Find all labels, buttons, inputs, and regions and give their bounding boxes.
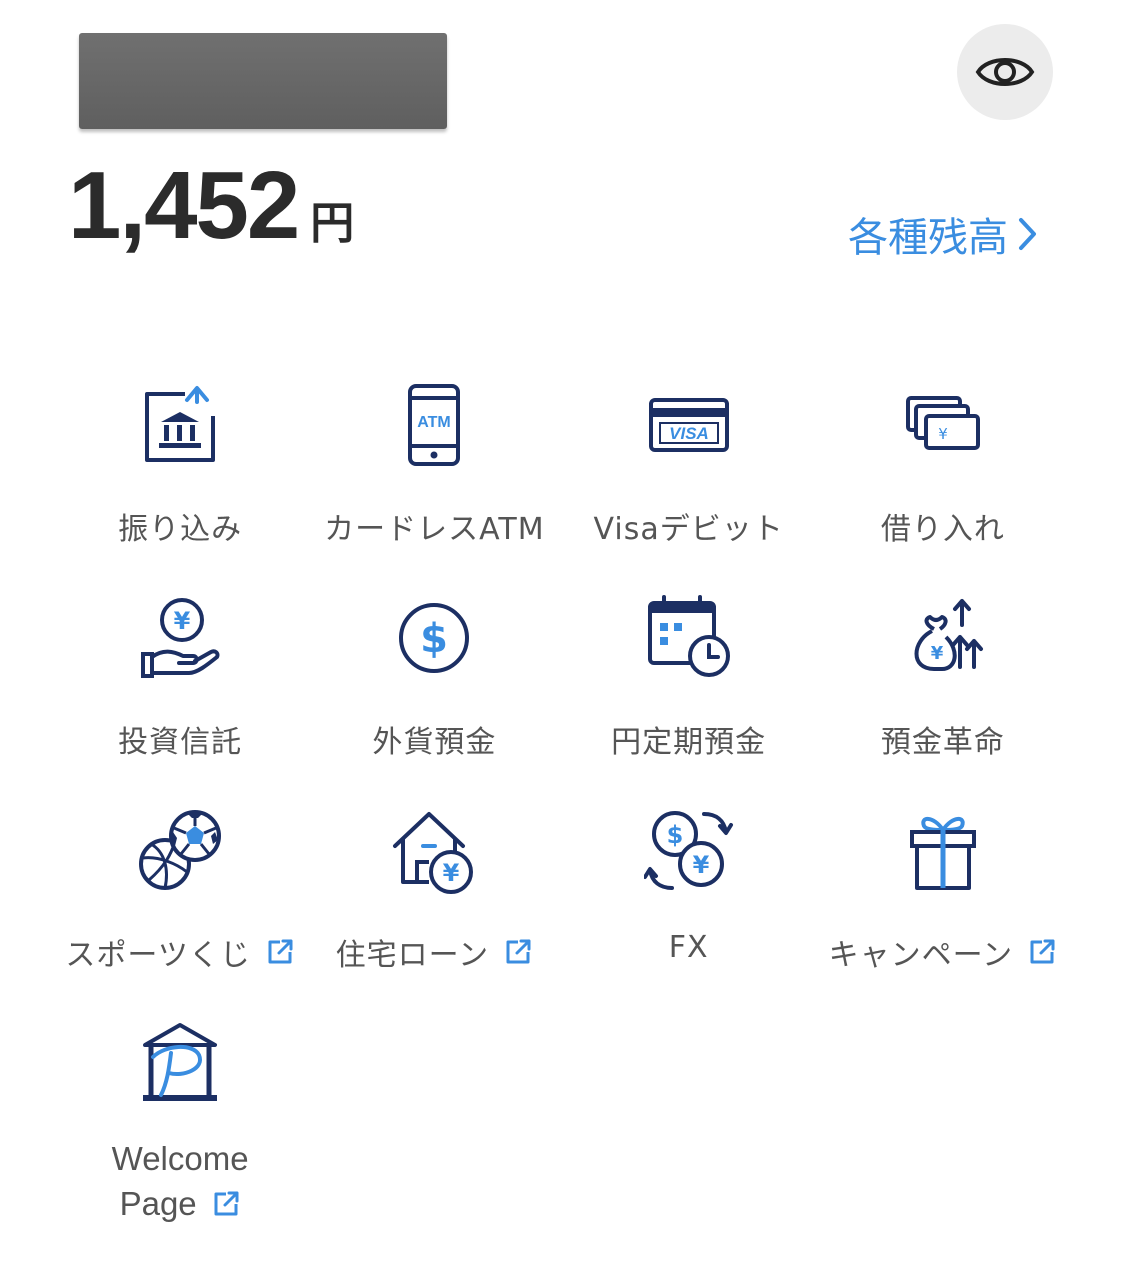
dollar-coin-icon: $: [399, 603, 470, 673]
menu-item-sports-lottery[interactable]: スポーツくじ: [53, 806, 307, 1019]
menu-item-label: キャンペーン: [828, 938, 1014, 973]
svg-text:ATM: ATM: [418, 414, 451, 431]
welcome-line-1: Welcome: [111, 1140, 249, 1177]
menu-item-fx[interactable]: $ ¥ FX: [562, 806, 816, 1019]
phone-atm-icon: ATM: [408, 384, 461, 466]
money-bag-growth-icon: ¥: [914, 599, 983, 671]
menu-item-label: 円定期預金: [611, 725, 767, 760]
visa-card-icon: VISA: [648, 398, 729, 452]
svg-text:¥: ¥: [938, 425, 948, 443]
welcome-page-label: Welcome Page: [112, 1137, 249, 1226]
svg-text:VISA: VISA: [669, 424, 709, 443]
menu-item-foreign-deposit[interactable]: $ 外貨預金: [307, 593, 561, 806]
menu-item-welcome-page[interactable]: Welcome Page: [53, 1019, 307, 1232]
menu-item-label: 振り込み: [118, 512, 243, 547]
svg-text:¥: ¥: [443, 859, 460, 887]
menu-item-label: 投資信託: [118, 725, 243, 760]
menu-item-label: Visaデビット: [593, 512, 784, 547]
menu-item-label: 借り入れ: [880, 512, 1005, 547]
svg-text:$: $: [420, 616, 448, 662]
redacted-account-name: [79, 33, 447, 129]
chevron-right-icon: [1019, 218, 1036, 250]
external-link-icon: [503, 937, 533, 967]
menu-item-label: 外貨預金: [372, 725, 497, 760]
menu-item-visa-debit[interactable]: VISA Visaデビット: [562, 380, 816, 593]
menu-item-label: 預金革命: [880, 725, 1005, 760]
bank-p-logo-icon: [143, 1023, 218, 1101]
menu-item-deposit-revolution[interactable]: ¥ 預金革命: [816, 593, 1070, 806]
menu-item-investment-trust[interactable]: ¥ 投資信託: [53, 593, 307, 806]
toggle-visibility-button[interactable]: [957, 24, 1053, 120]
balance-amount: 1,452: [68, 152, 300, 259]
balances-link-label: 各種残高: [848, 215, 1008, 261]
menu-item-label: カードレスATM: [324, 512, 545, 547]
loan-cards-icon: ¥: [905, 396, 980, 450]
menu-item-cardless-atm[interactable]: ATM カードレスATM: [307, 380, 561, 593]
welcome-line-2: Page: [119, 1184, 197, 1222]
svg-text:$: $: [666, 821, 683, 849]
hand-coin-icon: ¥: [141, 598, 220, 678]
menu-item-yen-time-deposit[interactable]: 円定期預金: [562, 593, 816, 806]
svg-text:¥: ¥: [931, 643, 944, 664]
currency-exchange-icon: $ ¥: [643, 811, 733, 890]
menu-grid: 振り込み ATM カードレスATM VISA Visaデビット ¥ 借り入れ ¥…: [53, 380, 1070, 1232]
eye-icon: [975, 58, 1035, 86]
house-yen-icon: ¥: [393, 812, 474, 894]
menu-item-loan[interactable]: ¥ 借り入れ: [816, 380, 1070, 593]
sports-balls-icon: [139, 810, 222, 890]
menu-item-campaign[interactable]: キャンペーン: [816, 806, 1070, 1019]
svg-text:¥: ¥: [174, 607, 191, 635]
menu-item-label: FX: [668, 930, 709, 965]
menu-item-label: 住宅ローン: [335, 938, 490, 973]
svg-text:¥: ¥: [692, 851, 709, 879]
menu-item-label: スポーツくじ: [65, 938, 251, 973]
menu-item-home-loan[interactable]: ¥ 住宅ローン: [307, 806, 561, 1019]
bank-transfer-icon: [145, 386, 216, 462]
balance-display: 1,452 円: [68, 158, 354, 254]
calendar-clock-icon: [647, 595, 730, 677]
external-link-icon: [1027, 937, 1057, 967]
balances-link[interactable]: 各種残高: [848, 205, 1038, 263]
external-link-icon: [265, 937, 295, 967]
balance-unit: 円: [310, 198, 355, 249]
external-link-icon: [211, 1189, 241, 1219]
menu-item-transfer[interactable]: 振り込み: [53, 380, 307, 593]
gift-icon: [909, 817, 976, 890]
